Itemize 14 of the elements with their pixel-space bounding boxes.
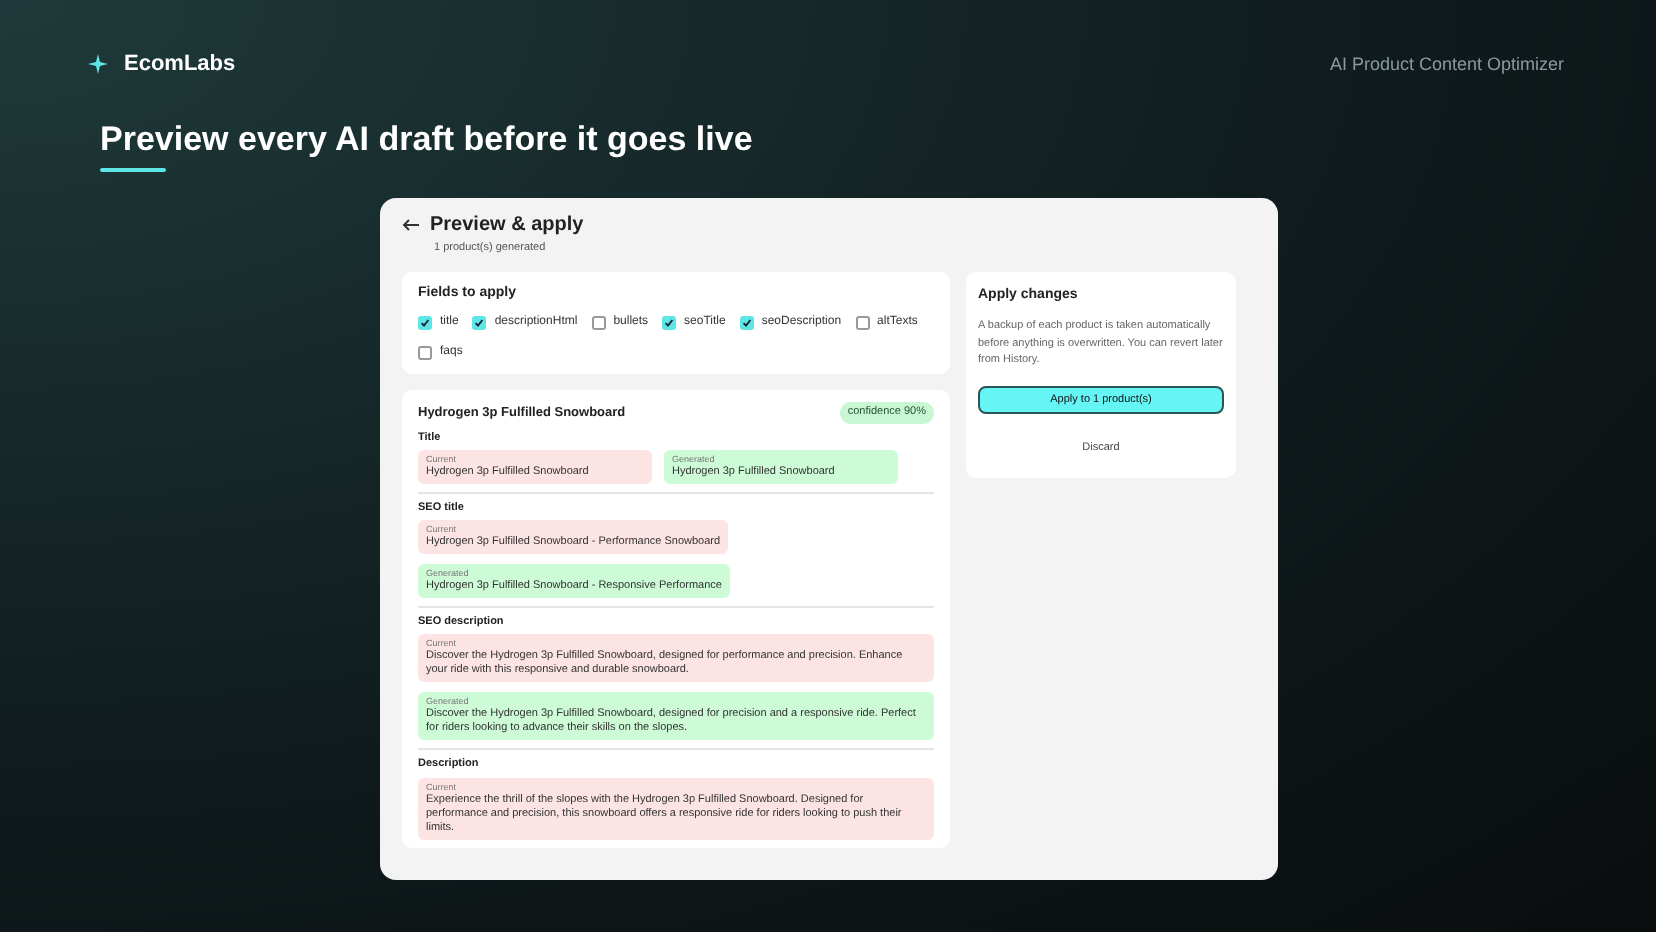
- checkbox[interactable]: [418, 346, 432, 361]
- page-title: Preview & apply: [430, 211, 584, 239]
- checkbox[interactable]: [662, 316, 677, 331]
- checkbox[interactable]: [739, 316, 754, 331]
- back-arrow-icon[interactable]: [402, 215, 420, 233]
- tagline: AI Product Content Optimizer: [1329, 51, 1564, 78]
- sparkle-icon: [88, 54, 108, 75]
- checkbox[interactable]: [418, 316, 432, 331]
- headline: Preview every AI draft before it goes live: [100, 117, 755, 161]
- checkbox[interactable]: [591, 316, 606, 331]
- checkbox[interactable]: [472, 316, 487, 331]
- headline-underline: [100, 167, 166, 171]
- brand-name: EcomLabs: [124, 50, 236, 80]
- checkbox[interactable]: [855, 316, 870, 331]
